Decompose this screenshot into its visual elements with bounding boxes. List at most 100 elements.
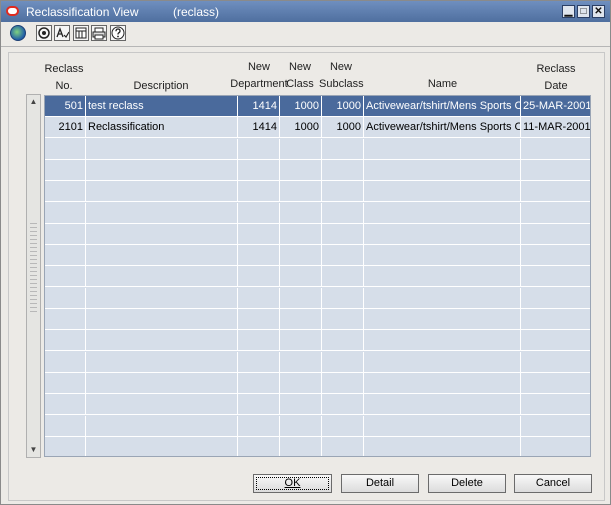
cell-reclass-no[interactable]: 2101 <box>45 117 86 138</box>
globe-icon[interactable] <box>10 25 26 41</box>
cell-description[interactable] <box>86 245 238 266</box>
cell-new-department[interactable]: 1414 <box>238 96 280 116</box>
cell-new-class[interactable] <box>280 372 322 393</box>
cell-name[interactable] <box>364 138 521 159</box>
header-name[interactable]: Name <box>364 76 521 93</box>
cell-name[interactable] <box>364 351 521 372</box>
detail-button[interactable]: Detail <box>341 474 419 493</box>
cell-description[interactable] <box>86 266 238 287</box>
cell-new-department[interactable] <box>238 202 280 223</box>
cell-new-class[interactable] <box>280 245 322 266</box>
cell-new-subclass[interactable] <box>322 266 364 287</box>
cell-new-subclass[interactable] <box>322 415 364 436</box>
cell-reclass-no[interactable] <box>45 245 86 266</box>
ok-button[interactable]: OK <box>253 474 332 493</box>
cell-reclass-date[interactable] <box>521 352 590 372</box>
cell-reclass-no[interactable] <box>45 330 86 351</box>
cell-new-class[interactable] <box>280 287 322 308</box>
cell-new-subclass[interactable] <box>322 181 364 202</box>
cell-reclass-no[interactable] <box>45 138 86 159</box>
cell-description[interactable] <box>86 287 238 308</box>
cell-new-class[interactable] <box>280 266 322 287</box>
cell-reclass-date[interactable] <box>521 437 590 456</box>
cell-reclass-date[interactable] <box>521 330 590 350</box>
empty-table-row[interactable] <box>45 181 590 203</box>
cell-new-class[interactable]: 1000 <box>280 117 322 138</box>
cancel-button[interactable]: Cancel <box>514 474 592 493</box>
cell-description[interactable] <box>86 202 238 223</box>
cell-new-class[interactable]: 1000 <box>280 96 322 116</box>
cell-name[interactable] <box>364 415 521 436</box>
cell-new-department[interactable] <box>238 415 280 436</box>
cell-new-class[interactable] <box>280 202 322 223</box>
cell-new-subclass[interactable] <box>322 138 364 159</box>
cell-reclass-no[interactable] <box>45 202 86 223</box>
cell-new-subclass[interactable] <box>322 309 364 329</box>
empty-table-row[interactable] <box>45 245 590 267</box>
cell-name[interactable] <box>364 394 521 415</box>
cell-new-subclass[interactable] <box>322 159 364 180</box>
cell-reclass-no[interactable] <box>45 415 86 436</box>
cell-new-class[interactable] <box>280 159 322 180</box>
cell-new-subclass[interactable] <box>322 202 364 223</box>
cell-reclass-no[interactable] <box>45 181 86 202</box>
cell-new-class[interactable] <box>280 394 322 415</box>
empty-table-row[interactable] <box>45 372 590 394</box>
cell-reclass-date[interactable] <box>521 160 590 180</box>
cell-new-class[interactable] <box>280 351 322 372</box>
cell-reclass-date[interactable] <box>521 416 590 436</box>
cell-new-department[interactable] <box>238 394 280 415</box>
empty-table-row[interactable] <box>45 309 590 330</box>
cell-name[interactable] <box>364 287 521 308</box>
header-description[interactable]: Description <box>85 78 237 95</box>
cell-new-department[interactable] <box>238 287 280 308</box>
cell-new-class[interactable] <box>280 138 322 159</box>
maximize-button[interactable]: □ <box>577 5 590 18</box>
delete-button[interactable]: Delete <box>428 474 506 493</box>
cell-reclass-date[interactable] <box>521 266 590 286</box>
cell-reclass-date[interactable]: 11-MAR-2001 <box>521 117 590 137</box>
cell-reclass-no[interactable] <box>45 351 86 372</box>
cell-description[interactable] <box>86 309 238 329</box>
cell-new-department[interactable] <box>238 309 280 329</box>
cell-description[interactable] <box>86 223 238 244</box>
cell-reclass-date[interactable] <box>521 394 590 414</box>
cell-reclass-date[interactable]: 25-MAR-2001 <box>521 96 590 116</box>
cell-reclass-date[interactable] <box>521 245 590 265</box>
cell-description[interactable]: Reclassification <box>86 117 238 138</box>
cell-reclass-no[interactable] <box>45 394 86 415</box>
cell-new-subclass[interactable]: 1000 <box>322 96 364 116</box>
cell-new-subclass[interactable] <box>322 351 364 372</box>
vertical-scrollbar[interactable]: ▲ ▼ <box>26 94 41 458</box>
scroll-thumb-grip[interactable] <box>30 223 37 313</box>
scroll-up-icon[interactable]: ▲ <box>28 97 39 107</box>
cell-reclass-date[interactable] <box>521 139 590 159</box>
header-new-department[interactable]: New Department <box>230 59 288 93</box>
cell-description[interactable] <box>86 138 238 159</box>
table-row[interactable]: 2101 Reclassification 1414 1000 1000 Activewe… <box>45 117 590 139</box>
cell-description[interactable] <box>86 351 238 372</box>
header-new-subclass[interactable]: New Subclass <box>319 59 364 93</box>
cell-reclass-no[interactable] <box>45 159 86 180</box>
empty-table-row[interactable] <box>45 415 590 437</box>
empty-table-row[interactable] <box>45 202 590 224</box>
empty-table-row[interactable] <box>45 436 590 456</box>
empty-table-row[interactable] <box>45 223 590 245</box>
cell-reclass-date[interactable] <box>521 203 590 223</box>
cell-reclass-no[interactable]: 501 <box>45 96 86 116</box>
cell-reclass-date[interactable] <box>521 181 590 201</box>
cell-new-department[interactable] <box>238 181 280 202</box>
cell-new-department[interactable] <box>238 223 280 244</box>
cell-new-class[interactable] <box>280 223 322 244</box>
cell-name[interactable] <box>364 436 521 456</box>
empty-table-row[interactable] <box>45 266 590 288</box>
cell-new-class[interactable] <box>280 415 322 436</box>
cell-description[interactable] <box>86 415 238 436</box>
title-bar[interactable]: Reclassification View (reclass) ▁ □ ✕ <box>1 1 610 22</box>
cell-reclass-no[interactable] <box>45 309 86 329</box>
cell-reclass-no[interactable] <box>45 223 86 244</box>
cell-name[interactable] <box>364 330 521 351</box>
cell-name[interactable] <box>364 159 521 180</box>
cell-new-class[interactable] <box>280 330 322 351</box>
cell-new-subclass[interactable]: 1000 <box>322 117 364 138</box>
